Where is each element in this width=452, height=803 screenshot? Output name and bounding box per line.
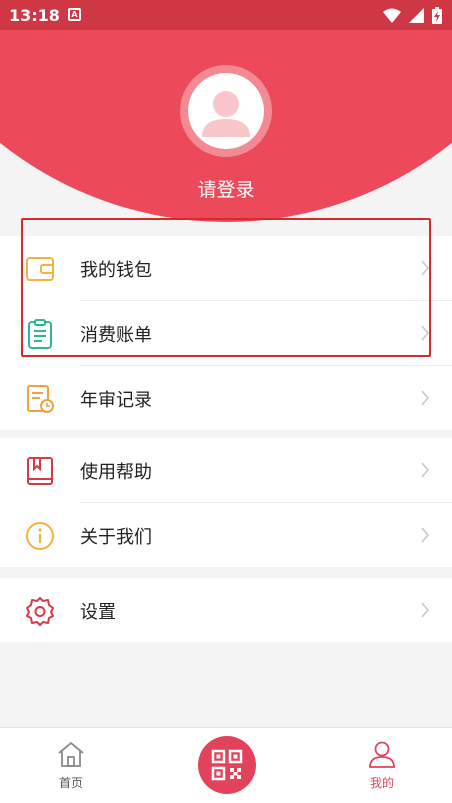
- tab-mine[interactable]: 我的: [352, 740, 412, 791]
- menu-item-settings[interactable]: 设置: [0, 578, 452, 642]
- login-prompt[interactable]: 请登录: [0, 175, 452, 202]
- status-time: 13:18: [9, 6, 60, 25]
- menu-item-inspection-records[interactable]: 年审记录: [0, 366, 452, 430]
- menu-item-bills[interactable]: 消费账单: [0, 301, 452, 365]
- menu-item-bills-label: 消费账单: [80, 325, 152, 346]
- help-book-icon: [27, 457, 53, 485]
- menu-item-settings-label: 设置: [80, 602, 116, 623]
- tab-mine-label: 我的: [369, 776, 394, 790]
- qr-code-icon: [211, 749, 243, 781]
- chevron-right-icon: [421, 602, 430, 618]
- status-icons: [383, 7, 442, 24]
- menu-item-help-label: 使用帮助: [80, 462, 152, 483]
- user-icon: [369, 741, 395, 768]
- bottom-navigation: 首页 我的: [0, 727, 452, 803]
- signal-icon: [409, 8, 424, 23]
- chevron-right-icon: [421, 260, 430, 276]
- profile-header: 13:18 A 请登录: [0, 0, 452, 222]
- home-icon: [58, 741, 84, 767]
- tab-home[interactable]: 首页: [41, 740, 101, 791]
- settings-gear-icon: [26, 597, 54, 626]
- avatar-ring[interactable]: [180, 65, 272, 157]
- menu-item-wallet-label: 我的钱包: [80, 260, 152, 281]
- menu-group-settings: 设置: [0, 578, 452, 642]
- wallet-icon: [26, 257, 54, 281]
- user-avatar-icon: [202, 91, 250, 137]
- chevron-right-icon: [421, 325, 430, 341]
- inspection-record-icon: [27, 385, 54, 413]
- menu-item-help[interactable]: 使用帮助: [0, 438, 452, 502]
- menu-item-about[interactable]: 关于我们: [0, 503, 452, 567]
- avatar[interactable]: [188, 73, 264, 149]
- menu-item-about-label: 关于我们: [80, 527, 152, 548]
- wifi-icon: [383, 8, 401, 23]
- chevron-right-icon: [421, 527, 430, 543]
- menu-group-info: 使用帮助 关于我们: [0, 438, 452, 567]
- bill-icon: [28, 319, 52, 349]
- menu-item-inspection-records-label: 年审记录: [80, 390, 152, 411]
- menu-group-account: 我的钱包 消费账单 年审记录: [0, 236, 452, 430]
- notification-a-icon: A: [68, 8, 81, 21]
- info-icon: [26, 522, 54, 550]
- menu-item-wallet[interactable]: 我的钱包: [0, 236, 452, 300]
- scan-qr-button[interactable]: [198, 736, 256, 794]
- chevron-right-icon: [421, 390, 430, 406]
- status-bar: 13:18 A: [0, 0, 452, 30]
- battery-icon: [432, 7, 442, 24]
- chevron-right-icon: [421, 462, 430, 478]
- tab-home-label: 首页: [58, 776, 83, 790]
